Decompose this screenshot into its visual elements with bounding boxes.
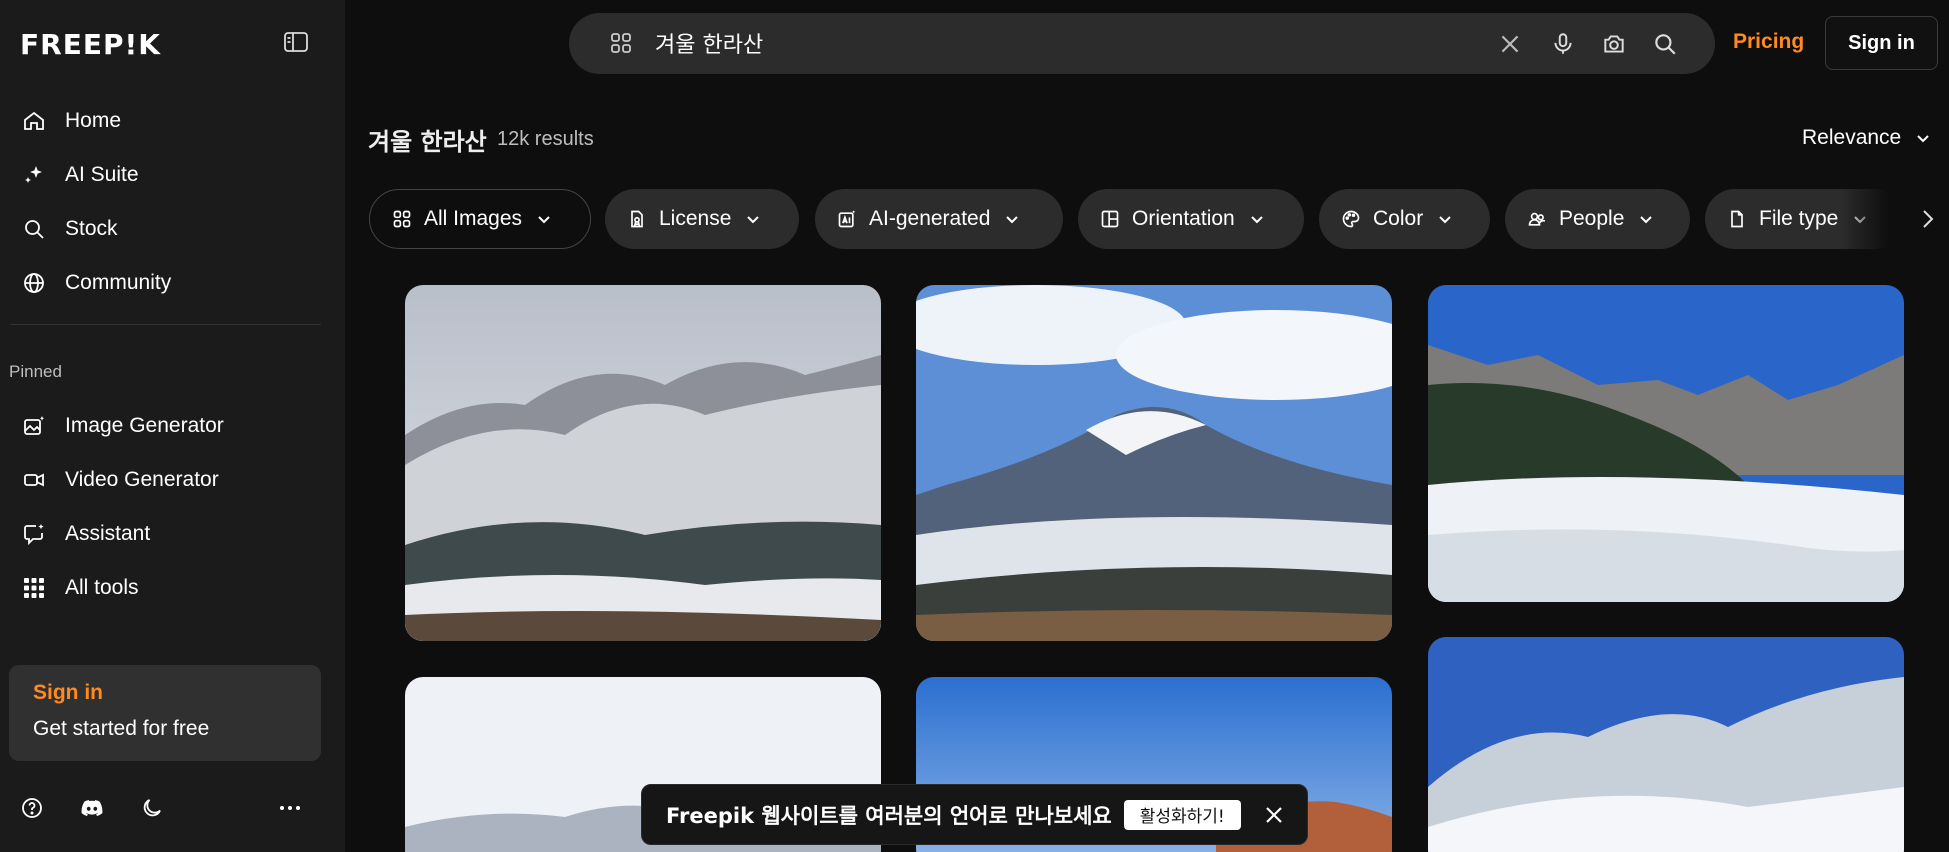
filter-ai-generated[interactable]: AI-generated [815,189,1063,249]
grid-icon [393,210,411,228]
nav-item-community[interactable]: Community [10,256,330,310]
language-banner: Freepik 웹사이트를 여러분의 언어로 만나보세요 활성화하기! [641,784,1308,845]
chevron-down-icon [1640,216,1653,224]
results-query: 겨울 한라산 [368,128,487,156]
grid-dots-icon [24,578,44,598]
signin-card[interactable]: Sign in Get started for free [9,665,321,761]
nav-label: Community [65,271,172,294]
globe-icon [24,273,44,293]
nav-item-stock[interactable]: Stock [10,202,330,256]
chevron-down-icon [747,216,760,224]
chevron-down-icon [1917,135,1929,143]
palette-icon [1342,210,1360,228]
chat-sparkle-icon [24,524,44,546]
search-input[interactable] [655,25,1455,61]
filter-bar: All Images License AI-generated Orientat… [369,189,1909,249]
image-sparkle-icon [24,416,44,435]
sidebar: FREEP!K Home AI Suite Stock Community Pi… [0,0,345,852]
chevron-down-icon [1439,216,1451,224]
search-icon [25,220,44,239]
nav-item-home[interactable]: Home [10,94,330,148]
main-nav: Home AI Suite Stock Community [10,94,330,310]
nav-label: Image Generator [65,414,224,437]
search-bar [569,13,1715,74]
file-icon [1731,210,1743,228]
pinned-nav: Image Generator Video Generator Assistan… [10,399,330,615]
chevron-down-icon [1006,216,1019,224]
help-icon[interactable] [20,796,80,824]
filter-fade [1840,189,1910,249]
filter-label: AI-generated [869,207,991,230]
dark-mode-icon[interactable] [140,796,200,824]
clear-icon[interactable] [1497,31,1523,57]
results-count: 12k results [497,128,594,150]
signin-button[interactable]: Sign in [1825,16,1938,70]
nav-item-video-generator[interactable]: Video Generator [10,453,330,507]
sidebar-collapse-icon[interactable] [284,32,308,52]
filter-label: People [1559,207,1625,230]
pricing-link[interactable]: Pricing [1733,30,1804,54]
chevron-down-icon [538,216,550,224]
nav-label: Assistant [65,522,151,545]
sort-dropdown[interactable]: Relevance [1802,126,1931,150]
filter-label: Color [1373,207,1424,230]
signin-card-title[interactable]: Sign in [33,681,297,705]
filter-license[interactable]: License [605,189,799,249]
more-icon[interactable] [278,796,338,824]
nav-label: AI Suite [65,163,139,186]
filter-label: File type [1759,207,1839,230]
grid-icon[interactable] [609,31,633,55]
camera-icon[interactable] [1601,31,1627,57]
filter-label: License [659,207,732,230]
filter-all-images[interactable]: All Images [369,189,591,249]
activate-language-button[interactable]: 활성화하기! [1123,799,1241,830]
pinned-label: Pinned [9,362,62,381]
app-root: FREEP!K Home AI Suite Stock Community Pi… [0,0,1949,852]
sidebar-footer [20,796,338,824]
home-icon [24,111,44,130]
filter-color[interactable]: Color [1319,189,1490,249]
banner-text: Freepik 웹사이트를 여러분의 언어로 만나보세요 [666,803,1112,828]
freepik-logo[interactable]: FREEP!K [20,28,161,61]
nav-label: All tools [65,576,139,599]
nav-item-all-tools[interactable]: All tools [10,561,330,615]
sparkle-icon [25,166,42,183]
ai-icon [838,210,856,228]
chevron-right-icon[interactable] [1918,208,1938,230]
nav-item-ai-suite[interactable]: AI Suite [10,148,330,202]
layout-icon [1101,210,1119,228]
nav-item-assistant[interactable]: Assistant [10,507,330,561]
people-icon [1528,212,1546,226]
filter-people[interactable]: People [1505,189,1690,249]
nav-item-image-generator[interactable]: Image Generator [10,399,330,453]
video-icon [24,473,44,487]
close-icon[interactable] [1263,804,1285,826]
chevron-down-icon [1251,216,1263,224]
license-icon [631,210,643,228]
search-submit-icon[interactable] [1652,31,1678,57]
discord-icon[interactable] [80,796,140,824]
microphone-icon[interactable] [1550,31,1576,57]
filter-label: All Images [424,207,523,230]
nav-label: Stock [65,217,118,240]
nav-label: Video Generator [65,468,219,491]
sidebar-divider [10,324,321,325]
sort-label: Relevance [1802,126,1902,149]
result-image[interactable] [1428,285,1904,602]
filter-orientation[interactable]: Orientation [1078,189,1304,249]
result-image[interactable] [405,285,881,641]
result-image[interactable] [916,285,1392,641]
signin-card-subtitle: Get started for free [33,717,210,740]
filter-label: Orientation [1132,207,1235,230]
nav-label: Home [65,109,122,132]
result-image[interactable] [1428,637,1904,852]
